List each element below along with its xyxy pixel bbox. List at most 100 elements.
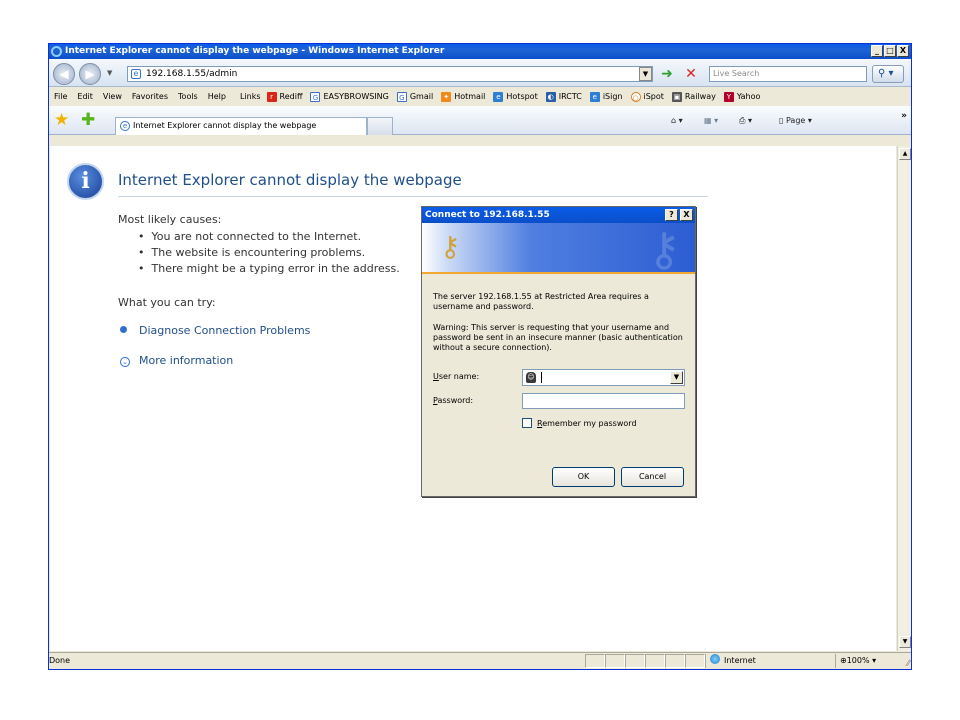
- cause-item: The website is encountering problems.: [138, 245, 400, 261]
- link-easybrowsing[interactable]: G EASYBROWSING: [310, 91, 389, 102]
- new-tab-button[interactable]: [367, 117, 393, 135]
- status-text: Done: [49, 656, 71, 665]
- error-title: Internet Explorer cannot display the web…: [118, 171, 462, 189]
- address-value: 192.168.1.55/admin: [146, 69, 238, 79]
- add-favorites-icon[interactable]: ✚: [81, 111, 95, 129]
- rss-feed-icon: ▦ ▾: [704, 116, 719, 125]
- menu-file[interactable]: File: [54, 92, 67, 101]
- link-hotmail[interactable]: ✦ Hotmail: [441, 91, 485, 102]
- address-input[interactable]: e 192.168.1.55/admin: [127, 66, 653, 82]
- causes-heading: Most likely causes:: [118, 213, 222, 226]
- scroll-down-button[interactable]: ▼: [899, 636, 911, 648]
- ie-page-icon: e: [493, 91, 504, 102]
- status-pane: [685, 654, 705, 668]
- toolbar-overflow-icon[interactable]: »: [901, 111, 907, 121]
- search-input[interactable]: Live Search: [709, 66, 867, 82]
- home-button[interactable]: ⌂ ▾: [671, 114, 683, 128]
- minimize-button[interactable]: _: [871, 45, 883, 57]
- forward-button[interactable]: ▶: [79, 63, 101, 85]
- dialog-controls: ? X: [665, 209, 693, 221]
- dialog-warning: Warning: This server is requesting that …: [433, 323, 683, 352]
- back-arrow-icon: ◀: [59, 67, 69, 81]
- cancel-button[interactable]: Cancel: [621, 467, 684, 487]
- irctc-icon: ◐: [545, 91, 556, 102]
- dialog-banner: ⚷ ⚷: [422, 223, 695, 274]
- page-icon: ▯: [779, 116, 786, 125]
- menu-edit[interactable]: Edit: [77, 92, 93, 101]
- printer-icon: ⎙ ▾: [739, 116, 752, 125]
- link-isign[interactable]: e iSign: [589, 91, 623, 102]
- dialog-help-button[interactable]: ?: [665, 209, 678, 221]
- link-railway[interactable]: ▣ Railway: [671, 91, 716, 102]
- checkbox-box[interactable]: [522, 418, 532, 428]
- stop-button[interactable]: ✕: [682, 66, 700, 82]
- link-irctc[interactable]: ◐ IRCTC: [545, 91, 582, 102]
- address-dropdown-button[interactable]: ▼: [639, 67, 652, 81]
- scroll-up-button[interactable]: ▲: [899, 148, 911, 160]
- status-pane: [605, 654, 625, 668]
- dialog-close-button[interactable]: X: [680, 209, 693, 221]
- close-button[interactable]: X: [897, 45, 909, 57]
- window-controls: _ □ X: [871, 45, 909, 57]
- cause-item: You are not connected to the Internet.: [138, 229, 400, 245]
- link-hotspot[interactable]: e Hotspot: [493, 91, 538, 102]
- ispot-icon: ○: [630, 91, 641, 102]
- username-dropdown-button[interactable]: ▼: [670, 371, 683, 384]
- title-divider: [118, 196, 708, 197]
- link-gmail[interactable]: G Gmail: [396, 91, 433, 102]
- resize-grip-icon[interactable]: ⁄⁄: [907, 656, 910, 672]
- rediff-icon: r: [266, 91, 277, 102]
- ie-logo-icon: [51, 46, 62, 57]
- tab-bar: ★ ✚ e Internet Explorer cannot display t…: [49, 106, 911, 135]
- remember-password-checkbox[interactable]: Remember my password: [522, 418, 637, 429]
- keys-watermark-icon: ⚷: [647, 223, 681, 274]
- zoom-icon: ⊕: [840, 656, 847, 665]
- arrow-down-icon: ▼: [902, 638, 908, 645]
- link-yahoo[interactable]: Y Yahoo: [723, 91, 760, 102]
- links-label: Links: [239, 92, 261, 101]
- google-icon: G: [310, 91, 321, 102]
- security-zone[interactable]: Internet: [705, 654, 833, 668]
- password-label: Password:: [433, 396, 474, 405]
- title-bar[interactable]: Internet Explorer cannot display the web…: [49, 44, 911, 59]
- tab-title: Internet Explorer cannot display the web…: [133, 121, 317, 130]
- username-combobox[interactable]: ☺ ▼: [522, 369, 685, 386]
- auth-dialog: Connect to 192.168.1.55 ? X ⚷ ⚷ The serv…: [421, 206, 696, 497]
- link-ispot[interactable]: ○ iSpot: [630, 91, 664, 102]
- print-button[interactable]: ⎙ ▾: [739, 114, 752, 128]
- expand-chevron-icon: ⌄: [120, 357, 130, 367]
- recent-pages-dropdown[interactable]: ▼: [107, 69, 112, 77]
- page-menu-button[interactable]: ▯ Page ▾: [779, 114, 812, 128]
- ok-button[interactable]: OK: [552, 467, 615, 487]
- password-field[interactable]: [522, 393, 685, 409]
- zoom-level[interactable]: ⊕100% ▾: [835, 654, 897, 668]
- try-heading: What you can try:: [118, 296, 216, 309]
- google-icon: G: [396, 91, 407, 102]
- menu-tools[interactable]: Tools: [178, 92, 198, 101]
- menu-favorites[interactable]: Favorites: [132, 92, 168, 101]
- search-button[interactable]: ⚲ ▾: [872, 65, 904, 83]
- username-label: User name:: [433, 372, 480, 381]
- address-toolbar: ◀ ▶ ▼ e 192.168.1.55/admin ▼ ➜ ✕ Live Se…: [49, 59, 911, 87]
- status-pane: [585, 654, 605, 668]
- menu-help[interactable]: Help: [208, 92, 226, 101]
- link-rediff[interactable]: r Rediff: [266, 91, 302, 102]
- more-information-link[interactable]: ⌄ More information: [120, 354, 233, 367]
- feeds-button[interactable]: ▦ ▾: [704, 114, 718, 128]
- menu-view[interactable]: View: [103, 92, 122, 101]
- back-button[interactable]: ◀: [53, 63, 75, 85]
- stop-x-icon: ✕: [685, 66, 697, 82]
- maximize-button[interactable]: □: [884, 45, 896, 57]
- diagnose-link[interactable]: Diagnose Connection Problems: [120, 324, 310, 337]
- globe-icon: [710, 654, 720, 664]
- favorites-center-icon[interactable]: ★: [54, 111, 69, 129]
- ie-page-icon: e: [131, 69, 141, 79]
- causes-list: You are not connected to the Internet. T…: [138, 229, 400, 277]
- tab-current[interactable]: e Internet Explorer cannot display the w…: [115, 117, 367, 135]
- dialog-message: The server 192.168.1.55 at Restricted Ar…: [433, 292, 649, 311]
- dialog-title-bar[interactable]: Connect to 192.168.1.55 ? X: [422, 207, 695, 223]
- go-button[interactable]: ➜: [658, 66, 676, 82]
- yahoo-icon: Y: [723, 91, 734, 102]
- vertical-scrollbar[interactable]: ▲ ▼: [897, 146, 911, 651]
- chevron-down-icon: ▼: [642, 70, 649, 78]
